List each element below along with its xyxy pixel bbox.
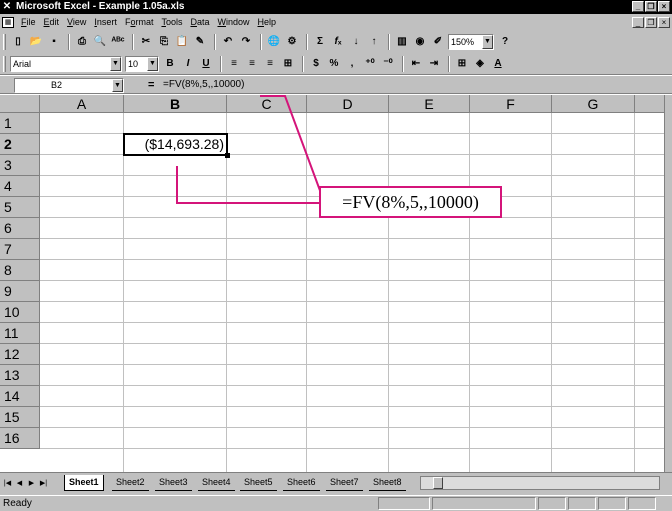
last-sheet-icon[interactable]: ▶|	[38, 477, 49, 491]
vertical-scrollbar[interactable]	[664, 95, 672, 472]
sheet-tab-6[interactable]: Sheet6	[283, 475, 320, 491]
sheet-tab-1[interactable]: Sheet1	[64, 475, 104, 491]
sheet-tab-4[interactable]: Sheet4	[198, 475, 235, 491]
sheet-tab-3[interactable]: Sheet3	[155, 475, 192, 491]
sheet-tab-bar: |◀ ◀ ▶ ▶| Sheet1 Sheet2 Sheet3 Sheet4 Sheet5…	[0, 472, 672, 495]
sheet-tab-7[interactable]: Sheet7	[326, 475, 363, 491]
prev-sheet-icon[interactable]: ◀	[14, 477, 25, 491]
status-bar: Ready	[0, 495, 672, 511]
formula-annotation: =FV(8%,5,,10000)	[319, 186, 502, 218]
sheet-tab-8[interactable]: Sheet8	[369, 475, 406, 491]
first-sheet-icon[interactable]: |◀	[2, 477, 13, 491]
callout-lines	[176, 95, 323, 204]
sheet-tab-2[interactable]: Sheet2	[112, 475, 149, 491]
horizontal-scrollbar[interactable]	[420, 476, 660, 490]
status-text: Ready	[3, 498, 32, 509]
sheet-tab-5[interactable]: Sheet5	[240, 475, 277, 491]
next-sheet-icon[interactable]: ▶	[26, 477, 37, 491]
horizontal-scroll-thumb[interactable]	[433, 477, 443, 489]
